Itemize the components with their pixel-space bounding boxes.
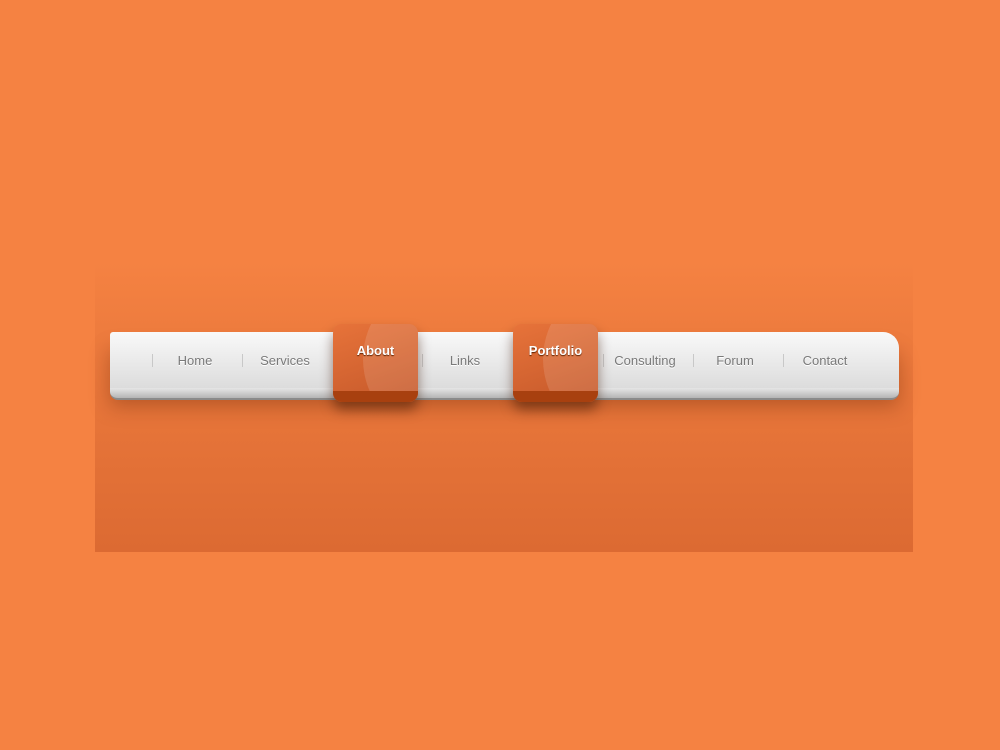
nav-item-label: About bbox=[356, 343, 395, 358]
nav-item-label: Portfolio bbox=[528, 343, 583, 358]
nav-item-consulting[interactable]: Consulting bbox=[600, 332, 690, 390]
menu-panel bbox=[95, 262, 913, 552]
nav-item-links[interactable]: Links bbox=[420, 332, 510, 390]
nav-item-services[interactable]: Services bbox=[240, 332, 330, 390]
nav-item-home[interactable]: Home bbox=[150, 332, 240, 390]
nav-item-about[interactable]: About bbox=[333, 324, 418, 402]
nav-item-forum[interactable]: Forum bbox=[690, 332, 780, 390]
nav-item-contact[interactable]: Contact bbox=[780, 332, 870, 390]
nav-item-portfolio[interactable]: Portfolio bbox=[513, 324, 598, 402]
